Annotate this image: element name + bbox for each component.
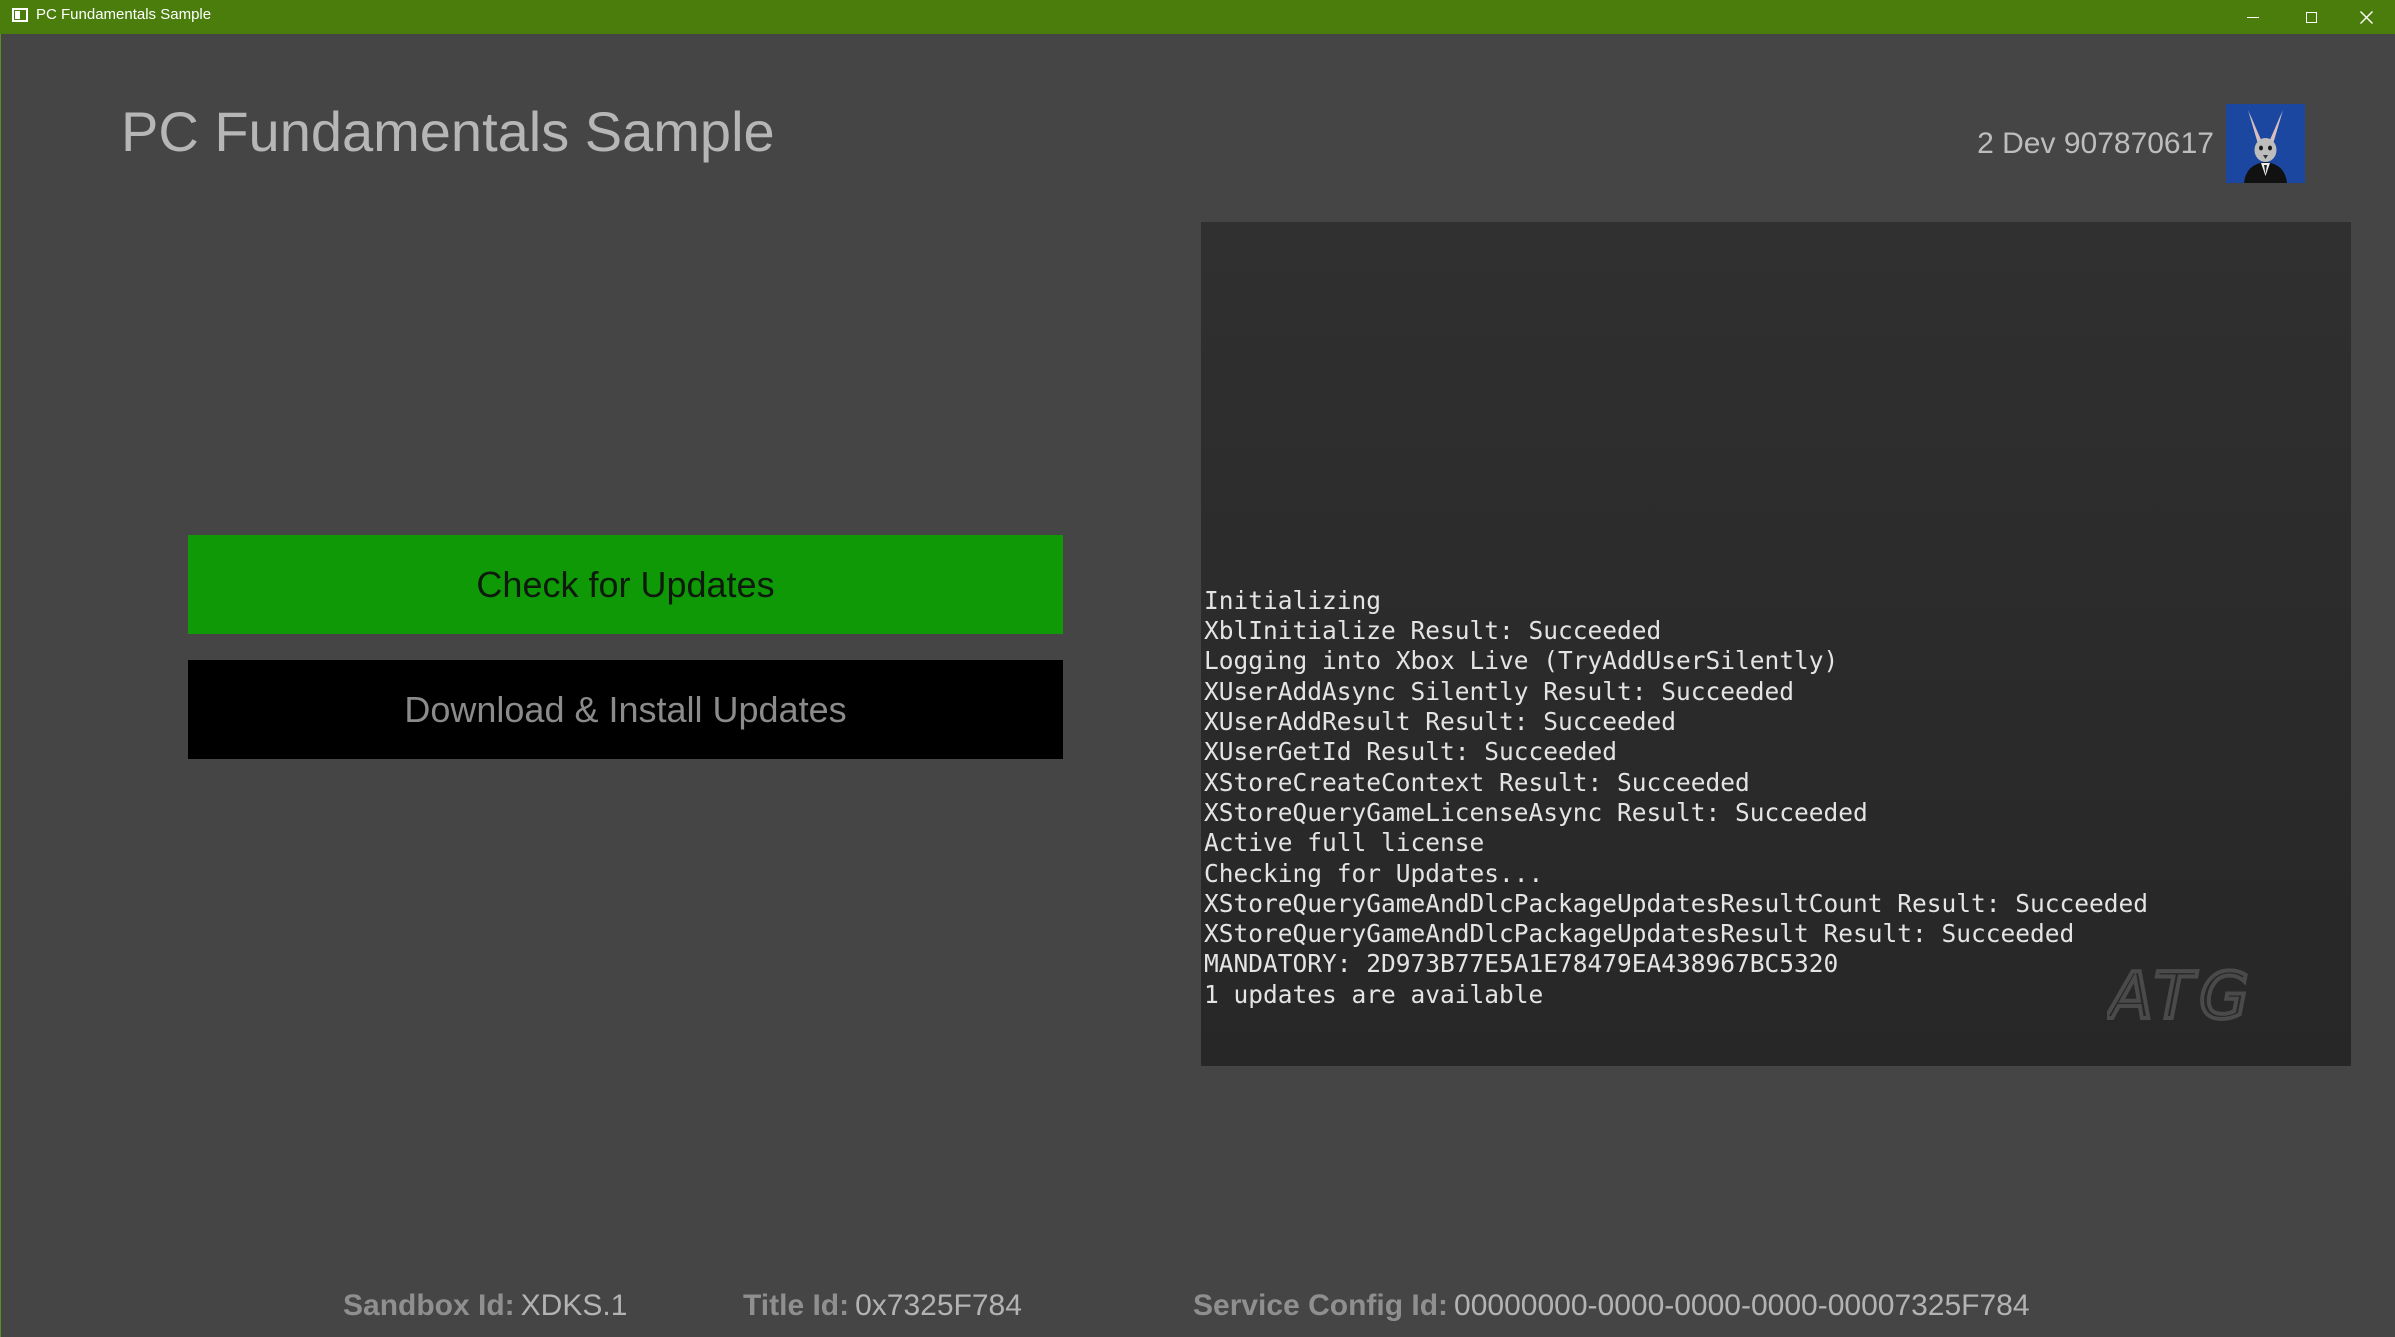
close-button[interactable] — [2337, 0, 2395, 34]
log-line: Active full license — [1204, 828, 1485, 858]
check-for-updates-button[interactable]: Check for Updates — [188, 535, 1063, 634]
sandbox-id-label: Sandbox Id: — [343, 1289, 515, 1322]
gamertag: 2 Dev 907870617 — [1977, 127, 2214, 160]
minimize-button[interactable] — [2224, 0, 2282, 34]
log-line: XStoreQueryGameLicenseAsync Result: Succ… — [1204, 797, 1868, 827]
service-config-id-value: 00000000-0000-0000-0000-00007325F784 — [1454, 1289, 2030, 1322]
atg-watermark-logo: ATG — [2107, 966, 2255, 1026]
close-icon — [2359, 10, 2373, 24]
app-window-icon — [12, 8, 28, 22]
maximize-button[interactable] — [2282, 0, 2340, 34]
sandbox-id-value: XDKS.1 — [520, 1289, 628, 1322]
log-line: XStoreCreateContext Result: Succeeded — [1204, 767, 1750, 797]
log-line: MANDATORY: 2D973B77E5A1E78479EA438967BC5… — [1204, 949, 1839, 979]
log-panel: Initializing XblInitialize Result: Succe… — [1201, 222, 2351, 1066]
title-id-value: 0x7325F784 — [855, 1289, 1022, 1322]
footer: Sandbox Id: XDKS.1 Title Id: 0x7325F784 Se… — [0, 1284, 2395, 1328]
service-config-id-label: Service Config Id: — [1193, 1289, 1449, 1322]
app-window: PC Fundamentals Sample PC Fundamentals S… — [0, 0, 2395, 1337]
title-id: Title Id: 0x7325F784 — [743, 1284, 1022, 1328]
log-line: Checking for Updates... — [1204, 858, 1544, 888]
maximize-icon — [2305, 11, 2317, 23]
page-title: PC Fundamentals Sample — [121, 100, 775, 163]
download-install-updates-button[interactable]: Download & Install Updates — [188, 660, 1063, 759]
window-border — [0, 34, 1, 1337]
title-id-label: Title Id: — [743, 1289, 850, 1322]
window-title: PC Fundamentals Sample — [36, 6, 212, 23]
log-line: 1 updates are available — [1204, 979, 1544, 1009]
log-line: XblInitialize Result: Succeeded — [1204, 616, 1662, 646]
sandbox-id: Sandbox Id: XDKS.1 — [343, 1284, 627, 1328]
minimize-icon — [2247, 16, 2259, 18]
log-line: XUserAddResult Result: Succeeded — [1204, 707, 1677, 737]
atg-watermark-text: ATG — [2107, 966, 2255, 1026]
title-bar[interactable]: PC Fundamentals Sample — [0, 0, 2395, 34]
log-line: XStoreQueryGameAndDlcPackageUpdatesResul… — [1204, 919, 2075, 949]
log-line: Initializing — [1204, 585, 1382, 615]
log-line: Logging into Xbox Live (TryAddUserSilent… — [1204, 646, 1839, 676]
log-line: XStoreQueryGameAndDlcPackageUpdatesResul… — [1204, 888, 2149, 918]
log-line: XUserGetId Result: Succeeded — [1204, 737, 1618, 767]
user-avatar-icon — [2226, 104, 2305, 183]
log-lines: Initializing XblInitialize Result: Succe… — [1204, 586, 2148, 1010]
log-line: XUserAddAsync Silently Result: Succeeded — [1204, 676, 1795, 706]
service-config-id: Service Config Id: 00000000-0000-0000-000… — [1193, 1284, 2030, 1328]
